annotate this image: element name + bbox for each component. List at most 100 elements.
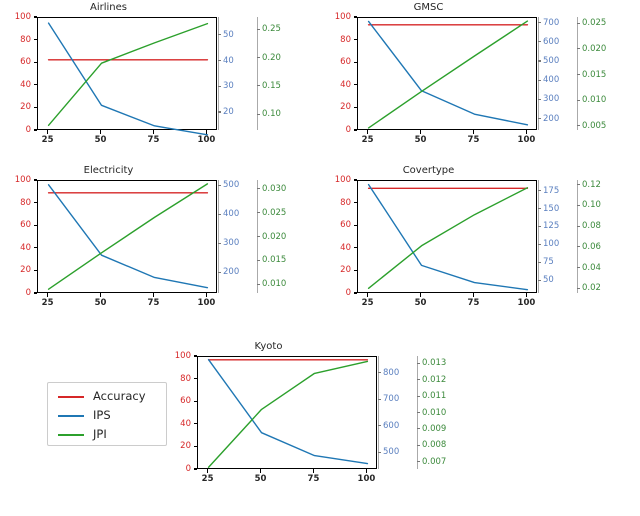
jpi-axis-tick-label: 0.020 (582, 43, 607, 54)
ips-axis-tick-label: 600 (383, 420, 400, 431)
ips-axis-tick (218, 271, 221, 273)
jpi-axis-tick-label: 0.010 (582, 95, 607, 106)
jpi-axis-tick-label: 0.10 (262, 109, 281, 120)
ips-axis-tick (538, 117, 541, 119)
x-tick (472, 130, 475, 134)
jpi-axis-tick (417, 379, 420, 381)
jpi-axis-tick-label: 0.010 (262, 279, 287, 290)
ips-axis-tick-label: 500 (383, 447, 400, 458)
legend-item[interactable]: Accuracy (58, 389, 146, 403)
y-tick-left (33, 61, 37, 63)
ips-axis-tick-label: 800 (383, 367, 400, 378)
ips-axis-tick (218, 242, 221, 244)
ips-axis-tick-label: 300 (543, 94, 560, 105)
legend-label-accuracy: Accuracy (93, 389, 146, 403)
x-tick-label: 100 (197, 135, 216, 145)
x-tick-label: 50 (254, 474, 267, 484)
ips-axis-tick-label: 100 (543, 239, 560, 250)
subplot-airlines: Airlines 0 20 40 60 80 100 25 50 75 100 20 30 40 50 0.1… (0, 0, 320, 160)
x-tick (366, 293, 369, 297)
y-tick-label-accuracy: 40 (20, 242, 31, 253)
jpi-axis-tick-label: 0.20 (262, 52, 281, 63)
y-tick-label-accuracy: 100 (14, 12, 31, 22)
y-tick-left (193, 378, 197, 380)
y-tick-left (33, 292, 37, 294)
x-tick (205, 293, 207, 297)
ips-axis-tick (538, 190, 541, 192)
series-line-jpi (367, 20, 529, 129)
y-tick-left (33, 224, 37, 226)
ips-axis-tick-label: 500 (223, 180, 240, 191)
x-tick (525, 293, 527, 297)
legend-label-ips: IPS (93, 408, 111, 422)
x-tick (312, 469, 315, 473)
jpi-axis-tick (257, 57, 260, 59)
ips-axis-tick (538, 22, 541, 24)
jpi-axis-tick (257, 259, 260, 261)
ips-axis-tick (218, 184, 221, 186)
jpi-axis-tick (417, 461, 420, 463)
y-tick-left (193, 355, 197, 357)
x-tick (419, 130, 422, 134)
x-tick-label: 75 (307, 474, 320, 484)
jpi-axis-tick (577, 184, 580, 186)
jpi-axis-tick (577, 246, 580, 248)
ips-axis-tick (378, 425, 381, 427)
jpi-axis-tick (417, 444, 420, 446)
jpi-axis-tick-label: 0.008 (422, 440, 447, 451)
y-tick-label-accuracy: 80 (340, 197, 351, 208)
y-tick-left (33, 202, 37, 204)
subplot-title: Kyoto (254, 341, 283, 352)
ips-axis-tick (218, 111, 221, 113)
ips-axis-tick (538, 79, 541, 81)
jpi-axis-tick-label: 0.020 (262, 231, 287, 242)
x-tick (152, 293, 155, 297)
x-tick-label: 100 (517, 135, 536, 145)
x-tick (46, 293, 49, 297)
ips-axis-tick (538, 98, 541, 100)
jpi-axis-tick (417, 411, 420, 413)
y-tick-label-accuracy: 80 (340, 34, 351, 45)
ips-axis-tick (378, 398, 381, 400)
legend-item[interactable]: IPS (58, 408, 111, 422)
x-tick-label: 75 (467, 298, 480, 308)
y-tick-left (193, 423, 197, 425)
ips-axis-tick (218, 213, 221, 215)
jpi-axis-tick-label: 0.005 (582, 120, 607, 131)
x-tick-label: 25 (361, 298, 374, 308)
ips-axis-tick-label: 400 (223, 209, 240, 220)
jpi-axis-tick (257, 235, 260, 237)
x-tick-label: 75 (467, 135, 480, 145)
x-tick-label: 50 (94, 298, 107, 308)
jpi-axis-spine (577, 180, 579, 293)
x-tick (99, 293, 102, 297)
legend-swatch-ips (58, 414, 84, 417)
subplot-title: Electricity (83, 165, 134, 176)
legend-item[interactable]: JPI (58, 428, 107, 440)
plot-area (37, 17, 217, 136)
jpi-axis-tick-label: 0.010 (422, 407, 447, 418)
plot-area (357, 180, 537, 293)
jpi-axis-tick (417, 395, 420, 397)
ips-axis-tick-label: 500 (543, 56, 560, 67)
y-tick-label-accuracy: 60 (340, 57, 351, 68)
jpi-axis-tick-label: 0.25 (262, 24, 281, 35)
figure-legend: Accuracy IPS JPI (47, 382, 167, 446)
plot-area (37, 180, 217, 293)
y-tick-left (33, 16, 37, 18)
jpi-axis-tick-label: 0.015 (262, 255, 287, 266)
jpi-axis-tick-label: 0.025 (582, 18, 607, 29)
y-tick-left (193, 468, 197, 470)
y-tick-left (353, 224, 357, 226)
jpi-axis-tick-label: 0.030 (262, 183, 287, 194)
y-tick-label-accuracy: 80 (20, 34, 31, 45)
jpi-axis-tick (257, 113, 260, 115)
ips-axis-tick-label: 40 (223, 55, 234, 66)
y-tick-label-accuracy: 40 (340, 242, 351, 253)
ips-axis-tick-label: 700 (383, 394, 400, 405)
x-tick (46, 130, 49, 134)
y-tick-label-accuracy: 0 (25, 288, 31, 298)
jpi-axis-tick-label: 0.04 (582, 262, 601, 273)
ips-axis-tick (538, 279, 541, 281)
plot-area (357, 17, 537, 130)
